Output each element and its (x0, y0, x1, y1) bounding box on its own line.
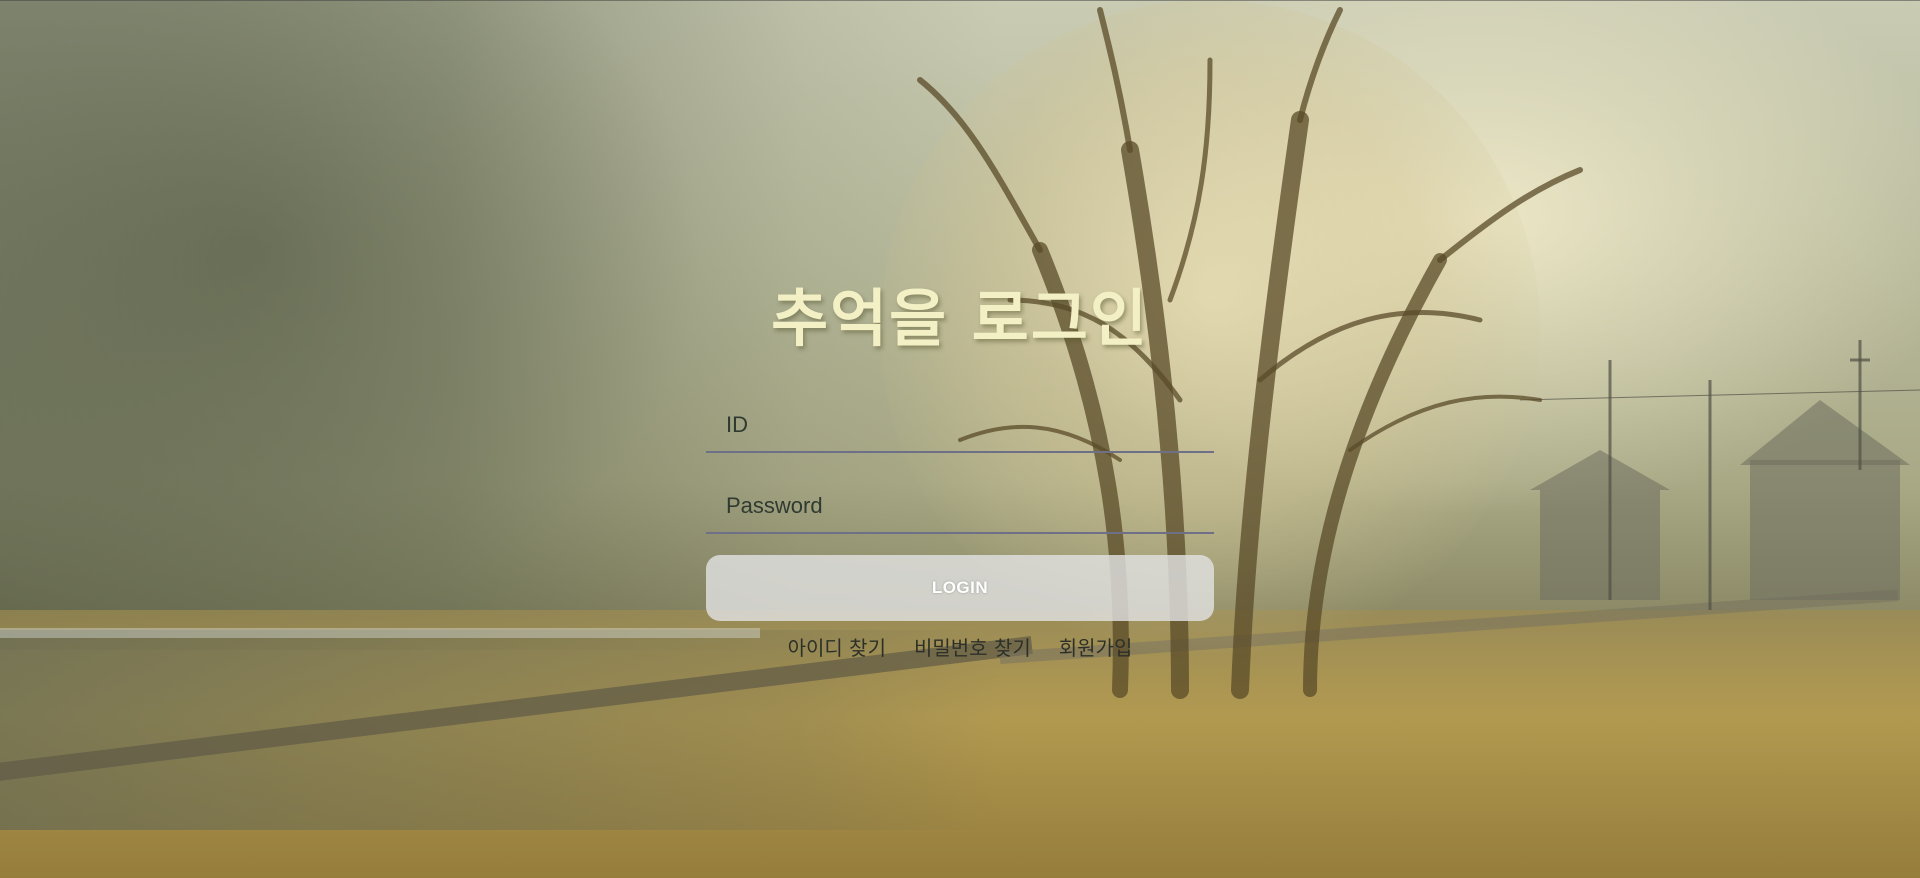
frost-strip (0, 628, 760, 638)
find-id-link[interactable]: 아이디 찾기 (788, 632, 886, 661)
id-input[interactable] (706, 388, 1214, 451)
sign-up-link[interactable]: 회원가입 (1059, 632, 1133, 661)
login-button[interactable]: LOGIN (706, 555, 1214, 621)
account-links: 아이디 찾기 비밀번호 찾기 회원가입 (706, 632, 1214, 661)
top-border (0, 0, 1920, 1)
password-input[interactable] (706, 469, 1214, 532)
password-field-container (706, 469, 1214, 534)
page-title: 추억을 로그인 (771, 282, 1149, 355)
id-field-container (706, 388, 1214, 453)
find-password-link[interactable]: 비밀번호 찾기 (914, 632, 1031, 661)
